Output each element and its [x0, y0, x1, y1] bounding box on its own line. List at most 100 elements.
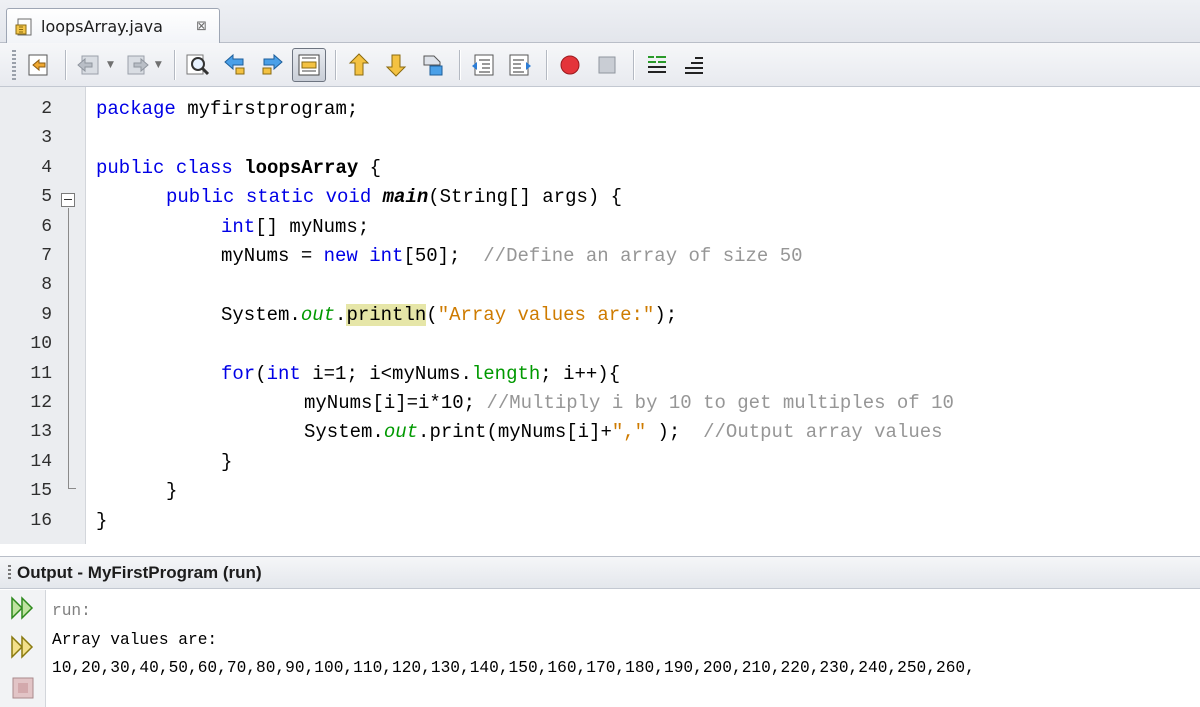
toggle-highlight-icon[interactable] — [291, 47, 326, 82]
rerun-with-options-icon[interactable] — [8, 633, 38, 661]
forward-dropdown-icon[interactable]: ▼ — [155, 60, 162, 70]
code-text: } — [166, 477, 177, 506]
tab-loopsarray-java[interactable]: loopsArray.java ⊠ — [6, 8, 220, 44]
code-token: (String[] args) { — [428, 186, 623, 209]
comment: //Output array values — [703, 421, 943, 444]
java-file-icon — [15, 17, 35, 37]
code-line: 10 — [0, 330, 1200, 359]
code-text: public static void main(String[] args) { — [166, 183, 622, 212]
close-tab-icon[interactable]: ⊠ — [196, 19, 207, 34]
code-token: myNums[i]=i*10; — [304, 392, 487, 414]
output-line: run: — [52, 602, 91, 620]
code-token: } — [166, 480, 178, 503]
code-token: [50]; — [403, 245, 484, 267]
output-grip[interactable] — [8, 564, 11, 581]
highlighted-method: println — [346, 303, 427, 326]
code-line: 8 — [0, 271, 1200, 300]
shift-right-icon[interactable] — [503, 48, 537, 82]
stop-icon[interactable] — [8, 674, 38, 702]
output-line: 10,20,30,40,50,60,70,80,90,100,110,120,1… — [52, 659, 975, 677]
class-name: loopsArray — [244, 156, 359, 179]
back-dropdown-icon[interactable]: ▼ — [107, 60, 114, 70]
code-token: { — [358, 156, 382, 179]
code-token: .print(myNums[i]+ — [418, 421, 612, 444]
code-line: 6 int[] myNums; — [0, 213, 1200, 242]
next-bookmark-icon[interactable] — [379, 48, 413, 82]
toolbar-separator — [173, 49, 175, 80]
code-token: ( — [255, 362, 267, 385]
code-token: . — [335, 303, 347, 326]
code-editor[interactable]: 2 package myfirstprogram; 3 4 public cla… — [0, 87, 1200, 544]
code-token: } — [96, 509, 108, 532]
keyword: package — [96, 98, 176, 120]
editor-tab-bar: loopsArray.java ⊠ — [0, 0, 1200, 44]
code-text: } — [221, 448, 232, 477]
code-text: int[] myNums; — [221, 213, 369, 242]
uncomment-icon[interactable] — [677, 48, 711, 82]
shift-left-icon[interactable] — [466, 48, 500, 82]
code-token: } — [221, 450, 233, 473]
rerun-icon[interactable] — [8, 594, 38, 622]
toolbar-separator — [632, 49, 634, 80]
output-title: Output - MyFirstProgram (run) — [17, 562, 262, 582]
code-token: ); — [654, 303, 678, 326]
code-line: 16 } — [0, 507, 1200, 536]
tab-title: loopsArray.java — [41, 17, 163, 36]
line-number: 3 — [41, 128, 52, 149]
code-line: 12 myNums[i]=i*10; //Multiply i by 10 to… — [0, 389, 1200, 418]
code-line: 4 public class loopsArray { — [0, 154, 1200, 183]
back-icon[interactable] — [72, 48, 106, 82]
method-name: main — [382, 186, 429, 209]
code-text: System.out.print(myNums[i]+"," ); //Outp… — [304, 418, 943, 447]
line-number: 5 — [41, 187, 52, 208]
toolbar-separator — [65, 49, 66, 80]
toolbar-separator — [545, 49, 547, 80]
code-text: package myfirstprogram; — [96, 95, 358, 124]
find-selection-icon[interactable] — [181, 48, 215, 82]
code-line: 5 public static void main(String[] args)… — [0, 183, 1200, 212]
code-token: System. — [304, 421, 384, 444]
line-number: 16 — [30, 510, 52, 531]
code-token: i=1; i<myNums. — [300, 362, 472, 385]
code-text: } — [96, 507, 107, 536]
string-literal: "Array values are:" — [437, 303, 655, 326]
stop-macro-icon[interactable] — [590, 48, 624, 82]
find-next-icon[interactable] — [255, 48, 289, 82]
code-line: 15 } — [0, 477, 1200, 506]
toolbar-separator — [334, 49, 336, 80]
line-number: 10 — [30, 334, 52, 355]
code-line: 11 for(int i=1; i<myNums.length; i++){ — [0, 360, 1200, 389]
code-text: myNums[i]=i*10; //Multiply i by 10 to ge… — [304, 389, 954, 418]
field: out — [383, 421, 419, 444]
code-line: 13 System.out.print(myNums[i]+"," ); //O… — [0, 418, 1200, 447]
field: length — [471, 362, 541, 385]
output-line: Array values are: — [52, 630, 218, 649]
code-token: ; i++){ — [540, 362, 621, 385]
last-edit-icon[interactable] — [22, 48, 56, 82]
keyword: for — [221, 362, 256, 385]
keyword: public static void — [166, 186, 372, 209]
forward-icon[interactable] — [120, 48, 154, 82]
keyword: public class — [96, 156, 233, 179]
keyword: int — [266, 362, 301, 385]
output-console[interactable]: run: Array values are: 10,20,30,40,50,60,7… — [52, 597, 975, 683]
start-macro-icon[interactable] — [553, 48, 587, 82]
output-side-toolbar — [0, 590, 46, 707]
toolbar-grip[interactable] — [12, 49, 16, 80]
output-window-header[interactable]: Output - MyFirstProgram (run) — [0, 556, 1200, 589]
toolbar-separator — [458, 49, 460, 80]
line-number: 9 — [41, 304, 52, 325]
string-literal: "," — [611, 421, 647, 444]
find-previous-icon[interactable] — [218, 48, 252, 82]
toggle-bookmark-icon[interactable] — [416, 48, 450, 82]
line-number: 2 — [41, 99, 52, 119]
code-text: public class loopsArray { — [96, 154, 381, 183]
keyword: new int — [323, 245, 404, 267]
previous-bookmark-icon[interactable] — [342, 48, 376, 82]
line-number: 11 — [30, 363, 52, 384]
line-number: 6 — [41, 216, 52, 237]
comment-icon[interactable] — [640, 48, 674, 82]
line-number: 15 — [30, 481, 52, 502]
